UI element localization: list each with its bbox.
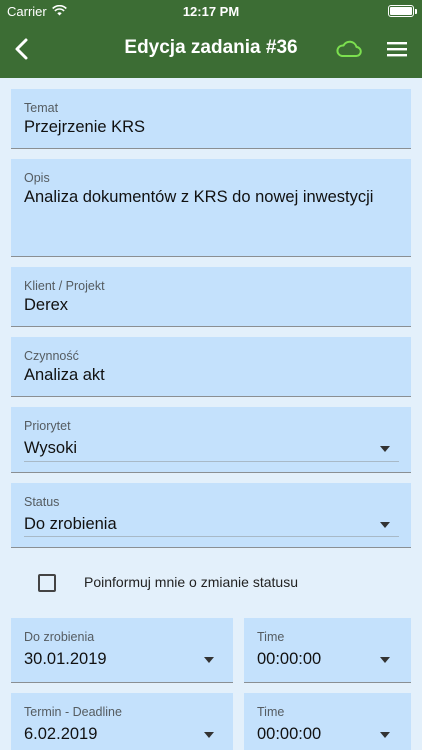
do-zrobienia-time-field[interactable]: Time 00:00:00 — [244, 618, 411, 683]
klient-label: Klient / Projekt — [24, 279, 105, 293]
czynnosc-field[interactable]: Czynność Analiza akt — [11, 337, 411, 397]
czynnosc-value: Analiza akt — [24, 366, 105, 384]
priorytet-underline — [24, 461, 399, 462]
status-dropdown-icon — [380, 522, 390, 528]
notify-label: Poinformuj mnie o zmianie statusu — [84, 574, 298, 590]
deadline-dropdown-icon — [204, 732, 214, 738]
status-underline — [24, 536, 399, 537]
priorytet-value: Wysoki — [24, 439, 78, 457]
do-zrobienia-value: 30.01.2019 — [24, 650, 107, 668]
klient-field[interactable]: Klient / Projekt Derex — [11, 267, 411, 327]
do-zrobienia-dropdown-icon — [204, 657, 214, 663]
do-zrobienia-time-value: 00:00:00 — [257, 650, 322, 668]
nav-bar: Edycja zadania #36 — [0, 22, 422, 78]
deadline-time-dropdown-icon — [380, 732, 390, 738]
do-zrobienia-date-field[interactable]: Do zrobienia 30.01.2019 — [11, 618, 233, 683]
status-label: Status — [24, 495, 60, 509]
status-bar: Carrier 12:17 PM — [0, 0, 422, 22]
do-zrobienia-time-label: Time — [257, 630, 285, 644]
klient-value: Derex — [24, 296, 69, 314]
deadline-time-field[interactable]: Time 00:00:00 — [244, 693, 411, 750]
deadline-value: 6.02.2019 — [24, 725, 98, 743]
opis-field[interactable]: Opis Analiza dokumentów z KRS do nowej i… — [11, 159, 411, 257]
deadline-date-field[interactable]: Termin - Deadline 6.02.2019 — [11, 693, 233, 750]
cloud-sync-icon[interactable] — [335, 37, 363, 61]
priorytet-dropdown-icon — [380, 446, 390, 452]
menu-icon[interactable] — [386, 39, 408, 59]
status-time: 12:17 PM — [182, 4, 240, 19]
battery-icon — [388, 5, 417, 17]
priorytet-label: Priorytet — [24, 419, 71, 433]
task-form: Temat Przejrzenie KRS Opis Analiza dokum… — [0, 78, 422, 750]
status-value: Do zrobienia — [24, 515, 117, 533]
app-header: Carrier 12:17 PM Edycja zadania #36 — [0, 0, 422, 78]
temat-label: Temat — [24, 101, 59, 115]
deadline-time-value: 00:00:00 — [257, 725, 322, 743]
do-zrobienia-time-dropdown-icon — [380, 657, 390, 663]
czynnosc-label: Czynność — [24, 349, 79, 363]
priorytet-select[interactable]: Priorytet Wysoki — [11, 407, 411, 473]
notify-checkbox[interactable] — [38, 574, 56, 592]
do-zrobienia-label: Do zrobienia — [24, 630, 95, 644]
temat-value: Przejrzenie KRS — [24, 118, 146, 136]
status-select[interactable]: Status Do zrobienia — [11, 483, 411, 548]
deadline-time-label: Time — [257, 705, 285, 719]
opis-value: Analiza dokumentów z KRS do nowej inwest… — [24, 188, 374, 206]
opis-label: Opis — [24, 171, 50, 185]
deadline-label: Termin - Deadline — [24, 705, 122, 719]
temat-field[interactable]: Temat Przejrzenie KRS — [11, 89, 411, 149]
